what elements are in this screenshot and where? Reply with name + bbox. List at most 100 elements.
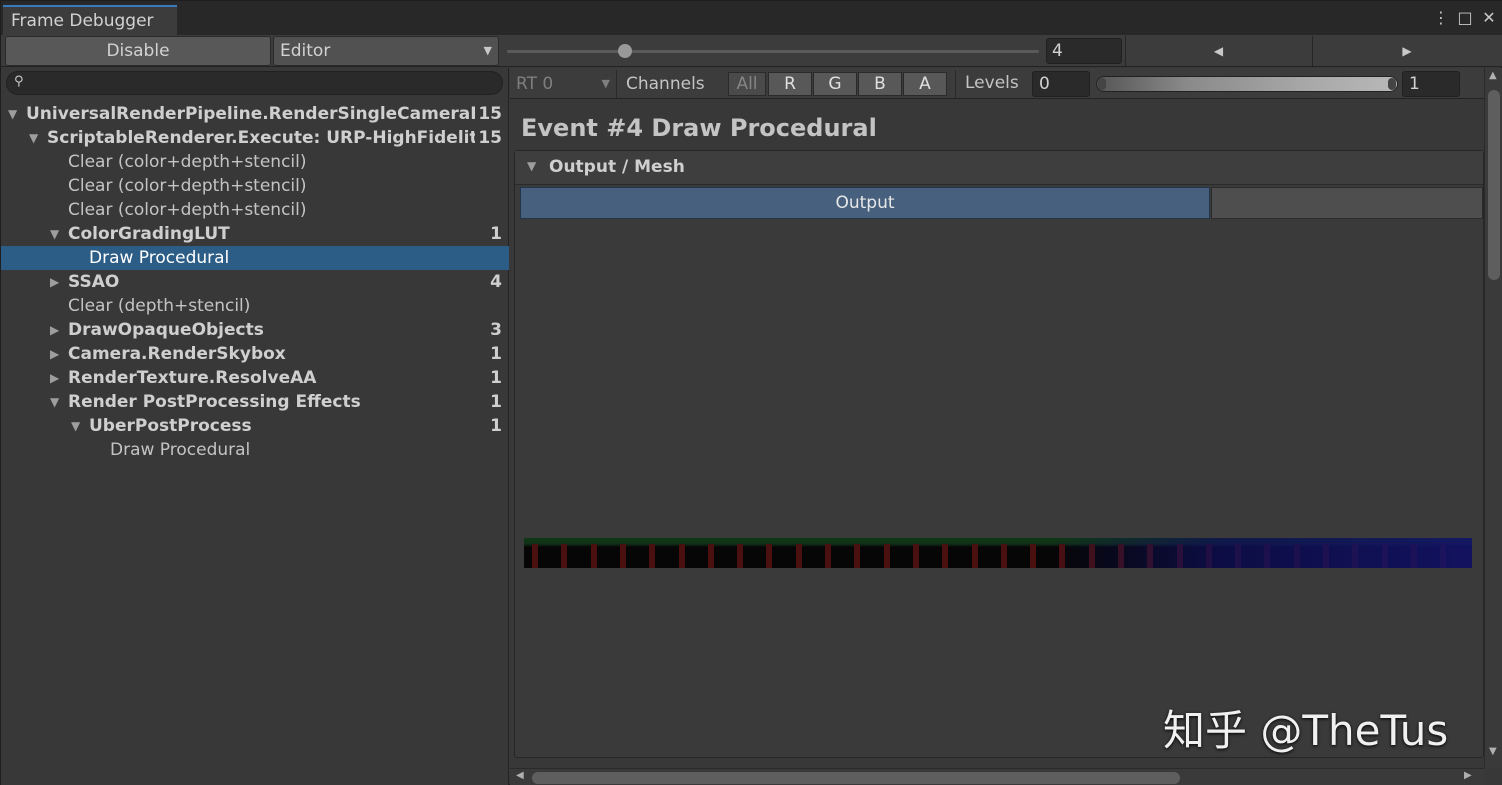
channel-b-button[interactable]: B — [858, 72, 902, 96]
frame-debugger-window: Frame Debugger ⋮ □ ✕ Disable Editor ▼ 4 … — [0, 0, 1502, 785]
scroll-left-icon[interactable]: ◀ — [516, 770, 524, 781]
maximize-icon[interactable]: □ — [1457, 7, 1473, 27]
tree-item-label: Clear (depth+stencil) — [68, 296, 251, 316]
tree-item[interactable]: ▼ ColorGradingLUT 1 — [1, 222, 509, 246]
tree-item[interactable]: Clear (color+depth+stencil) — [1, 150, 509, 174]
foldout-collapsed-icon[interactable]: ▶ — [50, 270, 59, 294]
lut-slice — [591, 544, 597, 568]
chevron-down-icon: ▼ — [601, 77, 610, 90]
search-icon: ⚲ — [14, 74, 24, 89]
foldout-expanded-icon[interactable]: ▼ — [29, 126, 38, 150]
tree-item-count: 1 — [490, 368, 502, 388]
window-controls: ⋮ □ ✕ — [1433, 7, 1497, 27]
foldout-collapsed-icon[interactable]: ▶ — [50, 318, 59, 342]
output-section: ▼ Output / Mesh Output — [514, 150, 1484, 758]
channel-r-button[interactable]: R — [768, 72, 812, 96]
channel-a-button[interactable]: A — [903, 72, 947, 96]
event-slider-thumb[interactable] — [618, 44, 632, 58]
lut-slice — [532, 544, 538, 568]
output-section-header[interactable]: ▼ Output / Mesh — [515, 151, 1483, 185]
lut-slice — [766, 544, 772, 568]
render-target-value: RT 0 — [516, 74, 554, 94]
tree-item[interactable]: Clear (color+depth+stencil) — [1, 174, 509, 198]
tree-item-label: Draw Procedural — [89, 248, 230, 268]
event-index-field[interactable]: 4 — [1046, 38, 1122, 64]
disable-button[interactable]: Disable — [5, 36, 271, 66]
event-tree-panel: ⚲ ▼ UniversalRenderPipeline.RenderSingleC… — [1, 68, 509, 785]
next-event-button[interactable]: ▶ — [1312, 36, 1501, 66]
output-tab[interactable]: Output — [520, 187, 1210, 219]
levels-min-handle[interactable] — [1098, 78, 1106, 90]
horizontal-scroll-thumb[interactable] — [532, 772, 1180, 784]
channels-label: Channels — [626, 74, 705, 94]
tree-item[interactable]: Clear (depth+stencil) — [1, 294, 509, 318]
toolbar: Disable Editor ▼ 4 ◀ ▶ — [1, 35, 1502, 67]
tree-item[interactable]: Clear (color+depth+stencil) — [1, 198, 509, 222]
tree-item[interactable]: ▼ UniversalRenderPipeline.RenderSingleCam… — [1, 102, 509, 126]
render-target-dropdown[interactable]: RT 0 ▼ — [514, 72, 614, 96]
tree-item[interactable]: ▶ Camera.RenderSkybox 1 — [1, 342, 509, 366]
tree-item-count: 4 — [490, 272, 502, 292]
lut-slice — [679, 544, 685, 568]
levels-max-field[interactable]: 1 — [1402, 71, 1460, 97]
tree-item-label: Draw Procedural — [110, 440, 251, 460]
lut-slice — [972, 544, 978, 568]
output-section-label: Output / Mesh — [549, 157, 685, 177]
watermark: 知乎 @TheTus — [1163, 706, 1449, 755]
foldout-expanded-icon[interactable]: ▼ — [50, 222, 59, 246]
lut-slice — [825, 544, 831, 568]
channel-g-button[interactable]: G — [813, 72, 857, 96]
foldout-collapsed-icon[interactable]: ▶ — [50, 342, 59, 366]
tree-item-label: Camera.RenderSkybox — [68, 344, 286, 364]
vertical-scrollbar[interactable]: ▲ ▼ — [1484, 68, 1502, 768]
tree-item-count: 1 — [490, 392, 502, 412]
foldout-expanded-icon[interactable]: ▼ — [8, 102, 17, 126]
tree-item[interactable]: ▶ SSAO 4 — [1, 270, 509, 294]
tree-item-label: SSAO — [68, 272, 120, 292]
lut-slice — [1030, 544, 1036, 568]
tab-frame-debugger[interactable]: Frame Debugger — [3, 5, 177, 35]
vertical-scroll-thumb[interactable] — [1488, 90, 1500, 280]
arrow-left-icon: ◀ — [1213, 44, 1224, 58]
tree-item-count: 15 — [478, 128, 502, 148]
tree-item[interactable]: ▼ Render PostProcessing Effects 1 — [1, 390, 509, 414]
tree-item-count: 15 — [478, 104, 502, 124]
kebab-menu-icon[interactable]: ⋮ — [1433, 7, 1449, 27]
lut-texture-preview — [524, 538, 1472, 568]
close-icon[interactable]: ✕ — [1481, 7, 1497, 27]
mesh-tab-area[interactable] — [1211, 187, 1483, 219]
scroll-down-icon[interactable]: ▼ — [1489, 746, 1497, 757]
scroll-up-icon[interactable]: ▲ — [1489, 70, 1497, 81]
render-target-bar: RT 0 ▼ Channels All R G B A Levels 0 1 — [510, 68, 1502, 99]
lut-slice — [942, 544, 948, 568]
lut-slice — [708, 544, 714, 568]
tree-item[interactable]: ▶ DrawOpaqueObjects 3 — [1, 318, 509, 342]
tree-item-label: RenderTexture.ResolveAA — [68, 368, 317, 388]
lut-slice — [913, 544, 919, 568]
divider — [616, 70, 617, 98]
foldout-expanded-icon[interactable]: ▼ — [71, 414, 80, 438]
tree-item[interactable]: Draw Procedural — [1, 438, 509, 462]
tree-item[interactable]: ▼ UberPostProcess 1 — [1, 414, 509, 438]
scroll-right-icon[interactable]: ▶ — [1464, 770, 1472, 781]
target-dropdown[interactable]: Editor ▼ — [273, 36, 499, 66]
tree-item[interactable]: ▶ RenderTexture.ResolveAA 1 — [1, 366, 509, 390]
search-input[interactable]: ⚲ — [6, 71, 503, 95]
event-slider-track[interactable] — [507, 50, 1039, 53]
tree-item-label: ScriptableRenderer.Execute: URP-HighFide… — [47, 128, 475, 148]
levels-min-field[interactable]: 0 — [1032, 71, 1090, 97]
tree-item-count: 1 — [490, 224, 502, 244]
divider — [955, 70, 956, 98]
tree-item-count: 1 — [490, 416, 502, 436]
tree-item-label: UberPostProcess — [89, 416, 252, 436]
levels-range-slider[interactable] — [1096, 76, 1398, 92]
foldout-expanded-icon[interactable]: ▼ — [50, 390, 59, 414]
previous-event-button[interactable]: ◀ — [1125, 36, 1311, 66]
lut-blue-gradient — [1052, 538, 1472, 568]
channel-all-button[interactable]: All — [728, 72, 766, 96]
levels-max-handle[interactable] — [1388, 78, 1396, 90]
foldout-collapsed-icon[interactable]: ▶ — [50, 366, 59, 390]
tree-item[interactable]: Draw Procedural — [1, 246, 509, 270]
horizontal-scrollbar[interactable]: ◀ ▶ — [510, 768, 1484, 785]
tree-item[interactable]: ▼ ScriptableRenderer.Execute: URP-HighFid… — [1, 126, 509, 150]
